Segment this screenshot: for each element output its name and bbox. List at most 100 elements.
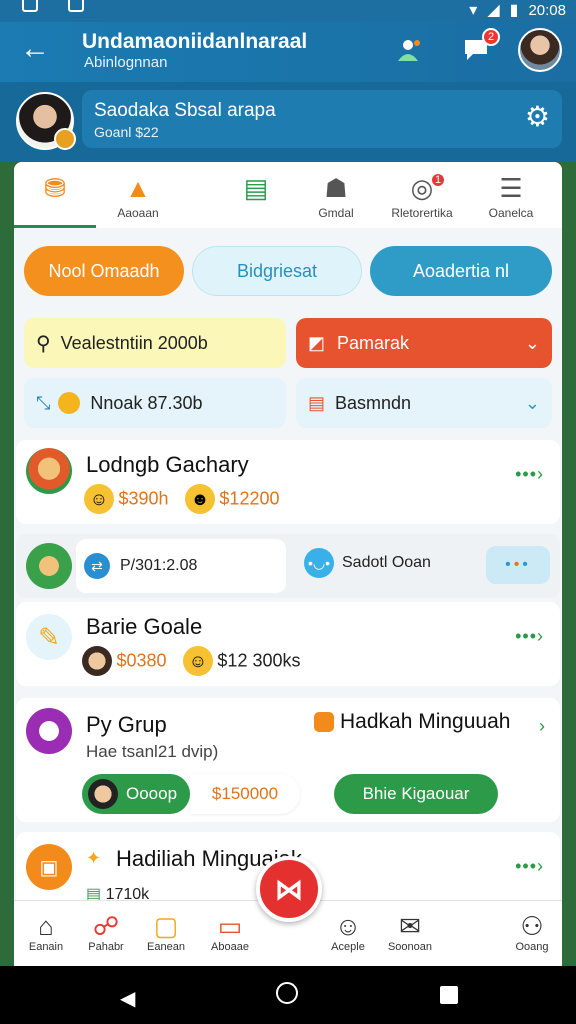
nav-aceple[interactable]: ☺ Aceple <box>318 911 378 953</box>
list-item[interactable]: ⇄ P/301:2.08 •◡• Sadotl Ooan • • • <box>16 534 560 598</box>
nav-ooang[interactable]: ⚇ Ooang <box>502 911 562 953</box>
nav-label: Ooang <box>515 941 549 953</box>
profile-name: Saodaka Sbsal arapa <box>94 100 276 121</box>
tab-bag[interactable]: ⛃ <box>14 162 96 228</box>
item-title: Barie Goale <box>86 614 203 639</box>
tab-label: Oanelca <box>488 206 534 220</box>
tab-rletorertika[interactable]: ◎ 1 Rletorertika <box>382 162 462 228</box>
tag-icon <box>314 712 334 732</box>
tab-label: Aaoaan <box>117 206 159 220</box>
people-icon: ☗ <box>324 173 348 203</box>
avatar <box>26 708 72 754</box>
action-button[interactable]: Bhie Kigaouar <box>334 774 498 814</box>
nav-home[interactable]: ⌂ Eanain <box>16 911 76 953</box>
battery-icon: ▮ <box>509 2 519 19</box>
filter-vealestntiin[interactable]: ⚲ Vealestntiin 2000b <box>24 318 286 368</box>
center-action-button[interactable]: ⋈ <box>256 856 322 922</box>
pill-bidgriesat[interactable]: Bidgriesat <box>192 246 362 296</box>
app-title: Undamaoniidanlnaraal <box>82 30 308 53</box>
chart-icon: ⤡ <box>36 392 51 413</box>
nav-soonoan[interactable]: ✉ Soonoan <box>380 911 440 953</box>
avatar[interactable] <box>518 28 562 72</box>
item-title-right: Hadkah Minguuah <box>340 710 511 733</box>
item-subtitle: Hae tsanl21 dvip) <box>86 742 219 761</box>
target-icon: ◎ 1 <box>382 170 462 206</box>
gear-icon[interactable]: ⚙ <box>525 102 550 132</box>
group-icon: ☍ <box>92 911 120 941</box>
filter-label: Nnoak 87.30b <box>90 392 203 413</box>
tab-label: Gmdal <box>318 206 354 220</box>
user-icon: ⚲ <box>36 332 51 355</box>
nav-eanean[interactable]: ▢ Eanean <box>136 911 196 953</box>
bag-icon: ⛃ <box>44 173 66 203</box>
back-icon[interactable]: ◀ <box>120 986 135 1011</box>
status-bar: ▾ ◢ ▮ 20:08 <box>0 0 576 22</box>
item-amounts: ☺ $390h ☻ $12200 <box>84 484 280 514</box>
dropdown-pamarak[interactable]: ◩ Pamarak ⌄ <box>296 318 552 368</box>
info-chip[interactable]: ⇄ P/301:2.08 <box>76 539 286 593</box>
amount: $12 300ks <box>217 650 301 671</box>
coin-icon <box>58 392 81 414</box>
app-subtitle: Abinlognnan <box>84 54 168 71</box>
system-nav-bar: ◀ <box>0 966 576 1024</box>
dropdown-basmndn[interactable]: ▤ Basmndn ⌄ <box>296 378 552 428</box>
tab-list[interactable]: ▤ <box>226 162 286 228</box>
pill-aoadertia[interactable]: Aoadertia nl <box>370 246 552 296</box>
nav-label: Aboaae <box>211 941 249 953</box>
chevron-down-icon: ⌄ <box>524 332 540 353</box>
avatar <box>88 779 118 809</box>
screen-icon: ▭ <box>217 911 243 941</box>
recents-icon[interactable] <box>440 986 458 1004</box>
face-icon: •◡• <box>304 548 334 578</box>
dropdown-label: Basmndn <box>335 392 412 413</box>
info-text: Sadotl Ooan <box>342 554 431 571</box>
pencil-icon: ✎ <box>26 614 72 660</box>
notification-icon <box>22 0 38 12</box>
mail-icon: ✉ <box>399 911 421 941</box>
more-icon[interactable]: •••› <box>515 856 544 877</box>
smile-icon: ☺ <box>182 646 213 676</box>
back-arrow-icon[interactable]: ← <box>20 34 50 64</box>
nav-label: Pahabr <box>88 941 124 953</box>
tag-icon: ◩ <box>308 332 326 353</box>
tab-aaoaan[interactable]: ▲ Aaoaan <box>106 162 170 228</box>
person-icon: ⚇ <box>520 911 544 941</box>
tab-label: Rletorertika <box>391 206 453 220</box>
chevron-down-icon: ⌄ <box>524 392 540 413</box>
app-bar: ← Undamaoniidanlnaraal Abinlognnan 2 <box>0 22 576 82</box>
nav-pahabr[interactable]: ☍ Pahabr <box>76 911 136 953</box>
amount: $0380 <box>116 650 167 671</box>
nav-aboaae[interactable]: ▭ Aboaae <box>200 911 260 953</box>
chat-icon: ▢ <box>153 911 179 941</box>
avatar <box>82 646 112 676</box>
tab-gmdal[interactable]: ☗ Gmdal <box>304 162 368 228</box>
chip-label: Oooop <box>126 784 178 803</box>
tab-oanelca[interactable]: ☰ Oanelca <box>476 162 546 228</box>
nav-label: Eanean <box>147 941 185 953</box>
home-icon: ⌂ <box>38 911 54 941</box>
list-item[interactable]: Py Grup Hae tsanl21 dvip) Hadkah Minguua… <box>16 698 560 822</box>
wink-icon: ☻ <box>184 484 215 514</box>
wallet-icon: ▣ <box>26 844 72 890</box>
profile-avatar[interactable] <box>16 92 76 150</box>
list-item[interactable]: Lodngb Gachary ☺ $390h ☻ $12200 •••› <box>16 440 560 524</box>
chat-icon[interactable]: 2 <box>458 28 500 68</box>
document-icon: ▤ <box>308 392 326 413</box>
more-icon[interactable]: •••› <box>515 464 544 485</box>
chip-amount: $150000 <box>190 774 300 814</box>
dropdown-label: Pamarak <box>337 332 410 353</box>
profile-subtitle: Goanl $22 <box>94 124 159 140</box>
people-icon[interactable] <box>390 32 426 68</box>
star-icon: ✦ <box>86 848 102 868</box>
list-item[interactable]: ✎ Barie Goale $0380 ☺ $12 300ks •••› <box>16 602 560 686</box>
filter-nnoak[interactable]: ⤡ Nnoak 87.30b <box>24 378 286 428</box>
pill-nool-omaadh[interactable]: Nool Omaadh <box>24 246 184 296</box>
verified-icon <box>54 128 76 150</box>
more-icon[interactable]: •••› <box>515 626 544 647</box>
more-button[interactable]: • • • <box>486 546 550 584</box>
home-icon[interactable] <box>276 982 298 1004</box>
more-icon[interactable]: › <box>539 716 546 737</box>
profile-card[interactable]: Saodaka Sbsal arapa Goanl $22 ⚙ <box>82 90 562 148</box>
info-chip[interactable]: •◡• Sadotl Ooan <box>304 548 431 578</box>
chip-oooop[interactable]: Oooop <box>82 774 190 814</box>
